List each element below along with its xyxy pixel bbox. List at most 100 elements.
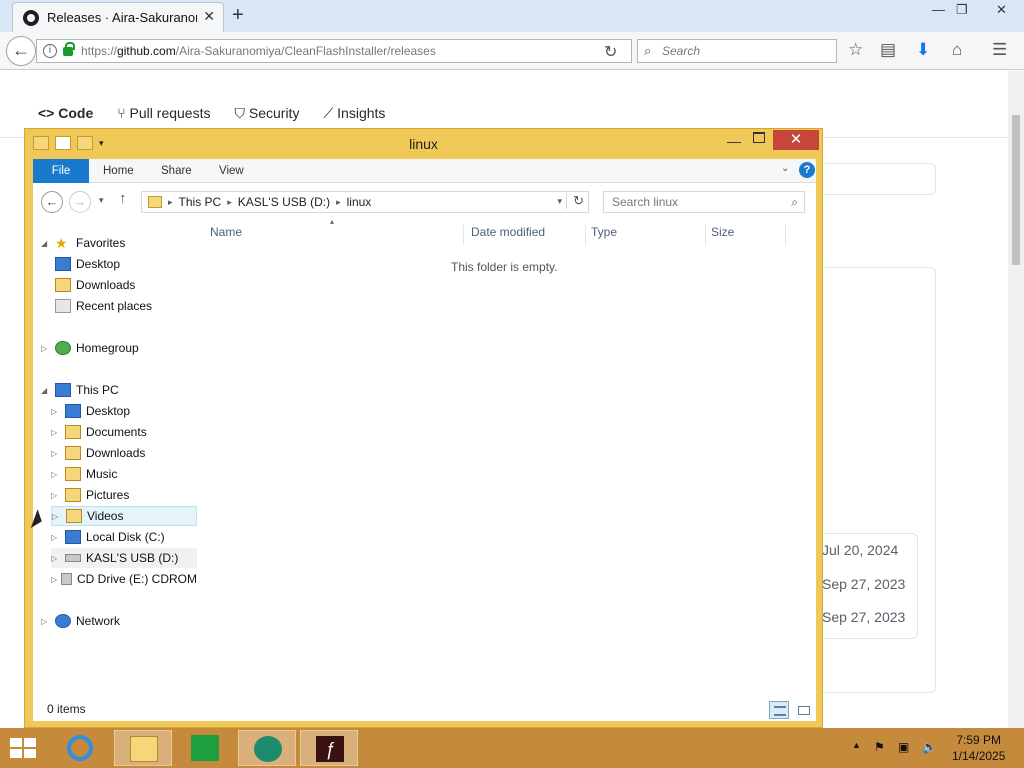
collapsed-icon[interactable]: ▷ [51,470,61,479]
taskbar-store[interactable] [176,730,234,766]
collapsed-icon[interactable]: ▷ [51,428,61,437]
recent-locations-icon[interactable]: ▾ [99,195,104,206]
tab-pull-requests[interactable]: ⑂ Pull requests [117,105,210,122]
info-icon[interactable]: i [43,44,57,58]
page-scrollbar[interactable] [1008,71,1024,728]
browser-tab[interactable]: Releases · Aira-Sakuranomiya ✕ [12,2,224,32]
collapsed-icon[interactable]: ▷ [51,533,61,542]
nav-label: This PC [76,383,119,397]
details-view-icon[interactable] [769,701,789,719]
breadcrumb-separator-icon[interactable]: ▸ [168,197,173,208]
nav-favorites[interactable]: ◢ ★ Favorites [41,233,125,253]
tab-code[interactable]: <> Code [38,105,93,122]
menu-icon[interactable]: ☰ [992,40,1007,60]
taskbar-file-explorer[interactable] [114,730,172,766]
expanded-icon[interactable]: ◢ [41,239,51,248]
search-box-partial[interactable] [820,163,936,195]
expand-ribbon-icon[interactable]: ⌄ [781,163,789,174]
column-header-name[interactable]: Name [210,225,242,245]
back-icon[interactable]: ← [41,191,63,213]
taskbar-internet-explorer[interactable] [52,730,110,766]
breadcrumb-separator-icon[interactable]: ▸ [227,197,232,208]
refresh-icon[interactable]: ↻ [566,193,584,209]
new-tab-icon[interactable]: + [232,4,244,27]
address-bar[interactable]: ▸ This PC ▸ KASL'S USB (D:) ▸ linux ▾ ↻ [141,191,589,213]
help-icon[interactable]: ? [799,162,815,178]
action-center-flag-icon[interactable]: ⚑ [874,740,885,754]
browser-minimize-icon[interactable]: — [932,2,945,17]
url-bar[interactable]: i https://github.com/Aira-Sakuranomiya/C… [36,39,632,63]
column-divider[interactable] [585,225,586,245]
collapsed-icon[interactable]: ▷ [41,344,51,353]
nav-homegroup[interactable]: ▷ Homegroup [41,338,139,358]
explorer-search-input[interactable]: Search linux ⌕ [603,191,805,213]
minimize-icon[interactable]: — [727,133,741,149]
browser-search-input[interactable]: ⌕ Search [637,39,837,63]
nav-cd-drive[interactable]: ▷ CD Drive (E:) CDROM [51,569,197,589]
nav-documents[interactable]: ▷ Documents [51,422,147,442]
tab-file[interactable]: File [33,159,89,183]
collapsed-icon[interactable]: ▷ [51,491,61,500]
nav-local-disk[interactable]: ▷ Local Disk (C:) [51,527,165,547]
tab-close-icon[interactable]: ✕ [203,8,215,25]
nav-pictures[interactable]: ▷ Pictures [51,485,129,505]
close-icon[interactable]: ✕ [773,130,819,150]
expanded-icon[interactable]: ◢ [41,386,51,395]
nav-usb-drive[interactable]: ▷ KASL'S USB (D:) [51,548,197,568]
start-button[interactable] [10,738,38,760]
column-divider[interactable] [785,225,786,245]
collapsed-icon[interactable]: ▷ [51,407,61,416]
collapsed-icon[interactable]: ▷ [51,449,61,458]
download-icon[interactable]: ⬇ [916,40,930,60]
taskbar-flash-player[interactable]: ƒ [300,730,358,766]
collapsed-icon[interactable]: ▷ [52,512,62,521]
volume-muted-icon[interactable]: 🔈 [922,740,937,754]
maximize-icon[interactable] [753,132,765,143]
collapsed-icon[interactable]: ▷ [41,617,51,626]
large-icons-view-icon[interactable] [793,701,813,719]
forward-icon[interactable]: → [69,191,91,213]
bookmark-star-icon[interactable]: ☆ [848,40,863,60]
browser-close-icon[interactable]: ✕ [996,2,1007,18]
tab-share[interactable]: Share [161,159,192,183]
home-icon[interactable]: ⌂ [952,40,962,60]
column-header-type[interactable]: Type [591,225,617,245]
breadcrumb-this-pc[interactable]: This PC [179,195,222,209]
address-dropdown-icon[interactable]: ▾ [557,196,562,207]
reload-icon[interactable]: ↻ [604,42,617,62]
back-icon[interactable]: ← [6,36,36,66]
reading-list-icon[interactable]: ▤ [880,40,896,60]
collapsed-icon[interactable]: ▷ [51,554,61,563]
nav-desktop-favorite[interactable]: Desktop [55,254,120,274]
tab-security[interactable]: ⛉ Security [234,105,299,122]
browser-maximize-icon[interactable]: ❐ [956,2,968,18]
nav-downloads[interactable]: ▷ Downloads [51,443,145,463]
tab-insights[interactable]: ⟋ Insights [323,105,385,122]
network-tray-icon[interactable]: ▣ [898,740,909,754]
computer-icon [55,383,71,397]
nav-desktop[interactable]: ▷ Desktop [51,401,130,421]
clock-time: 7:59 PM [956,733,1002,747]
nav-label: Downloads [76,278,136,292]
tab-view[interactable]: View [219,159,244,183]
breadcrumb-linux[interactable]: linux [347,195,372,209]
show-hidden-icons-icon[interactable]: ▲ [852,740,861,750]
up-icon[interactable]: ↑ [119,190,127,207]
nav-videos[interactable]: ▷ Videos [51,506,197,526]
nav-this-pc[interactable]: ◢ This PC [41,380,119,400]
column-header-size[interactable]: Size [711,225,734,245]
nav-network[interactable]: ▷ Network [41,611,120,631]
nav-downloads-favorite[interactable]: Downloads [55,275,135,295]
taskbar-browser[interactable] [238,730,296,766]
column-header-date-modified[interactable]: Date modified [471,225,545,245]
collapsed-icon[interactable]: ▷ [51,575,57,584]
nav-recent-places[interactable]: Recent places [55,296,152,316]
nav-music[interactable]: ▷ Music [51,464,117,484]
column-divider[interactable] [463,225,464,245]
column-divider[interactable] [705,225,706,245]
breadcrumb-usb[interactable]: KASL'S USB (D:) [238,195,330,209]
scrollbar-thumb[interactable] [1012,115,1020,265]
breadcrumb-separator-icon[interactable]: ▸ [336,197,341,208]
tab-home[interactable]: Home [103,159,134,183]
system-clock[interactable]: 7:59 PM 1/14/2025 [952,732,1005,764]
